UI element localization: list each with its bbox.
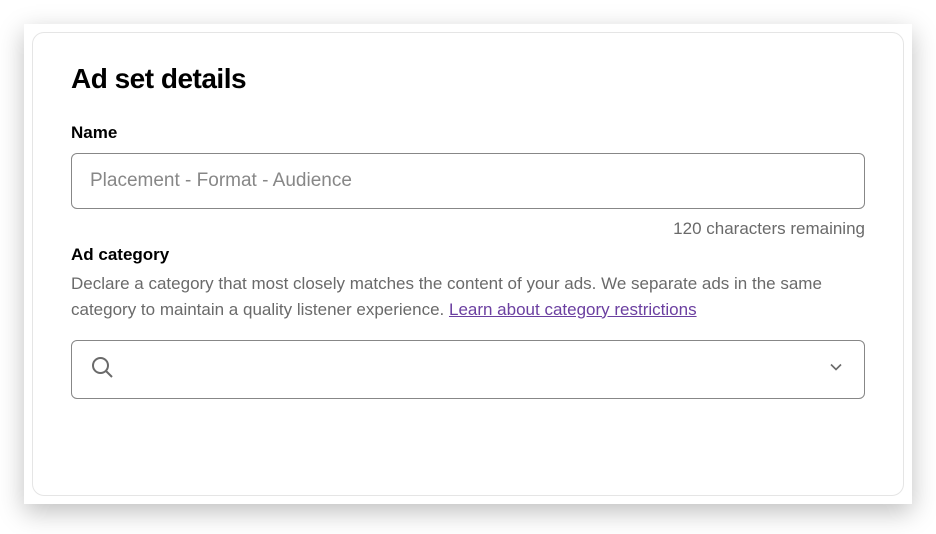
ad-category-label: Ad category (71, 245, 865, 265)
char-remaining-text: 120 characters remaining (71, 219, 865, 239)
search-icon (90, 355, 114, 384)
ad-category-description: Declare a category that most closely mat… (71, 271, 865, 322)
name-input[interactable] (71, 153, 865, 209)
form-container: Ad set details Name 120 characters remai… (24, 24, 912, 504)
chevron-down-icon (826, 357, 846, 382)
select-left-area (90, 355, 114, 384)
ad-category-desc-text: Declare a category that most closely mat… (71, 274, 822, 319)
page-title: Ad set details (71, 63, 865, 95)
ad-category-select[interactable] (71, 340, 865, 399)
ad-set-details-card: Ad set details Name 120 characters remai… (32, 32, 904, 496)
name-label: Name (71, 123, 865, 143)
learn-restrictions-link[interactable]: Learn about category restrictions (449, 300, 697, 319)
